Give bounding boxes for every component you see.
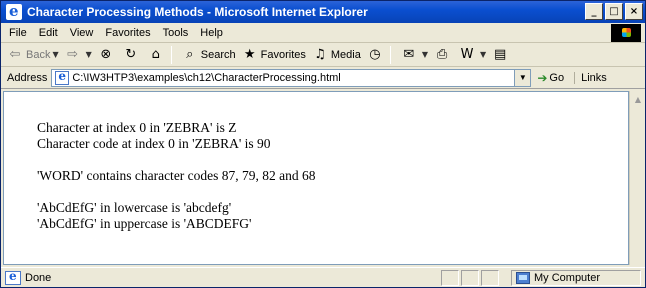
- address-label: Address: [7, 71, 48, 84]
- discuss-button[interactable]: ▤: [492, 47, 511, 63]
- search-icon: ⌕: [186, 46, 194, 62]
- windows-logo-icon: [611, 24, 641, 42]
- media-button[interactable]: ♫ Media: [312, 47, 361, 63]
- scroll-up-icon[interactable]: ▲: [630, 91, 646, 107]
- menu-favorites[interactable]: Favorites: [99, 27, 156, 39]
- home-button[interactable]: ⌂: [148, 47, 167, 63]
- menu-file[interactable]: File: [1, 27, 33, 39]
- status-pane: [481, 270, 499, 286]
- back-label: Back: [26, 48, 51, 61]
- stop-button[interactable]: ⊗: [98, 47, 117, 63]
- links-button[interactable]: Links: [574, 71, 607, 84]
- output-line-char-codes: 'WORD' contains character codes 87, 79, …: [37, 168, 316, 183]
- output-line-lowercase: 'AbCdEfG' in lowercase is 'abcdefg': [37, 200, 232, 215]
- my-computer-icon: [516, 272, 530, 284]
- go-label: Go: [549, 71, 565, 84]
- print-button[interactable]: ⎙: [434, 47, 453, 63]
- search-label: Search: [200, 48, 236, 61]
- standard-toolbar: ⇦ Back ▼ ⇨ ▼ ⊗ ↻ ⌂ ⌕ Search ★ Favorites …: [1, 43, 645, 67]
- back-arrow-icon: ⇦: [9, 46, 21, 62]
- status-pane: [461, 270, 479, 286]
- media-label: Media: [330, 48, 361, 61]
- output-line-char-at: Character at index 0 in 'ZEBRA' is Z: [37, 120, 237, 135]
- print-icon: ⎙: [436, 46, 448, 62]
- output-text: Character at index 0 in 'ZEBRA' is Z Cha…: [37, 120, 316, 232]
- mail-dropdown-icon[interactable]: ▼: [422, 50, 428, 59]
- toolbar-separator: [170, 45, 172, 64]
- favorites-icon: ★: [243, 46, 256, 62]
- toolbar-separator: [389, 45, 391, 64]
- history-icon: ◷: [369, 46, 381, 62]
- page-content: Character at index 0 in 'ZEBRA' is Z Cha…: [3, 91, 629, 265]
- status-pane: [441, 270, 459, 286]
- status-panes: [441, 270, 499, 286]
- browser-window: Character Processing Methods - Microsoft…: [0, 0, 646, 288]
- internet-explorer-icon[interactable]: [6, 2, 22, 20]
- forward-dropdown-icon[interactable]: ▼: [86, 50, 92, 59]
- search-button[interactable]: ⌕ Search: [182, 47, 236, 63]
- go-button[interactable]: ➔ Go: [537, 71, 564, 85]
- title-bar[interactable]: Character Processing Methods - Microsoft…: [1, 1, 645, 23]
- address-dropdown-icon[interactable]: ▼: [514, 69, 531, 86]
- back-button[interactable]: ⇦ Back ▼: [7, 47, 59, 63]
- edit-dropdown-icon[interactable]: ▼: [480, 50, 486, 59]
- output-line-char-code: Character code at index 0 in 'ZEBRA' is …: [37, 136, 271, 151]
- window-title: Character Processing Methods - Microsoft…: [27, 5, 368, 19]
- refresh-icon: ↻: [125, 46, 137, 62]
- output-line-uppercase: 'AbCdEfG' in uppercase is 'ABCDEFG': [37, 216, 252, 231]
- forward-arrow-icon: ⇨: [67, 46, 79, 62]
- vertical-scrollbar[interactable]: ▲: [629, 91, 645, 265]
- history-button[interactable]: ◷: [367, 47, 386, 63]
- discuss-icon: ▤: [494, 46, 507, 62]
- menu-help[interactable]: Help: [194, 27, 229, 39]
- close-button[interactable]: ×: [625, 3, 643, 20]
- page-status-icon: [5, 269, 21, 285]
- address-url[interactable]: C:\IW3HTP3\examples\ch12\CharacterProces…: [72, 72, 340, 84]
- menu-edit[interactable]: Edit: [33, 27, 64, 39]
- status-bar: Done My Computer: [1, 267, 645, 287]
- mail-button[interactable]: ✉ ▼: [401, 47, 428, 63]
- mail-icon: ✉: [403, 46, 415, 62]
- page-icon: [55, 69, 70, 85]
- menu-bar: File Edit View Favorites Tools Help: [1, 23, 645, 43]
- address-input[interactable]: C:\IW3HTP3\examples\ch12\CharacterProces…: [51, 68, 532, 87]
- media-icon: ♫: [314, 46, 326, 62]
- refresh-button[interactable]: ↻: [123, 47, 142, 63]
- status-text: Done: [25, 271, 52, 284]
- stop-icon: ⊗: [100, 46, 112, 62]
- address-bar: Address C:\IW3HTP3\examples\ch12\Charact…: [1, 67, 645, 89]
- favorites-label: Favorites: [260, 48, 306, 61]
- home-icon: ⌂: [151, 46, 160, 62]
- maximize-button[interactable]: □: [605, 3, 623, 20]
- favorites-button[interactable]: ★ Favorites: [242, 47, 306, 63]
- go-arrow-icon: ➔: [537, 70, 548, 85]
- word-edit-icon: W: [460, 46, 474, 62]
- menu-view[interactable]: View: [64, 27, 100, 39]
- minimize-button[interactable]: _: [585, 3, 603, 20]
- forward-button[interactable]: ⇨ ▼: [65, 47, 92, 63]
- window-controls: _ □ ×: [585, 3, 643, 20]
- edit-button[interactable]: W ▼: [459, 46, 487, 63]
- menu-tools[interactable]: Tools: [157, 27, 195, 39]
- security-zone: My Computer: [511, 270, 641, 286]
- zone-label: My Computer: [534, 272, 601, 284]
- back-dropdown-icon[interactable]: ▼: [52, 50, 58, 59]
